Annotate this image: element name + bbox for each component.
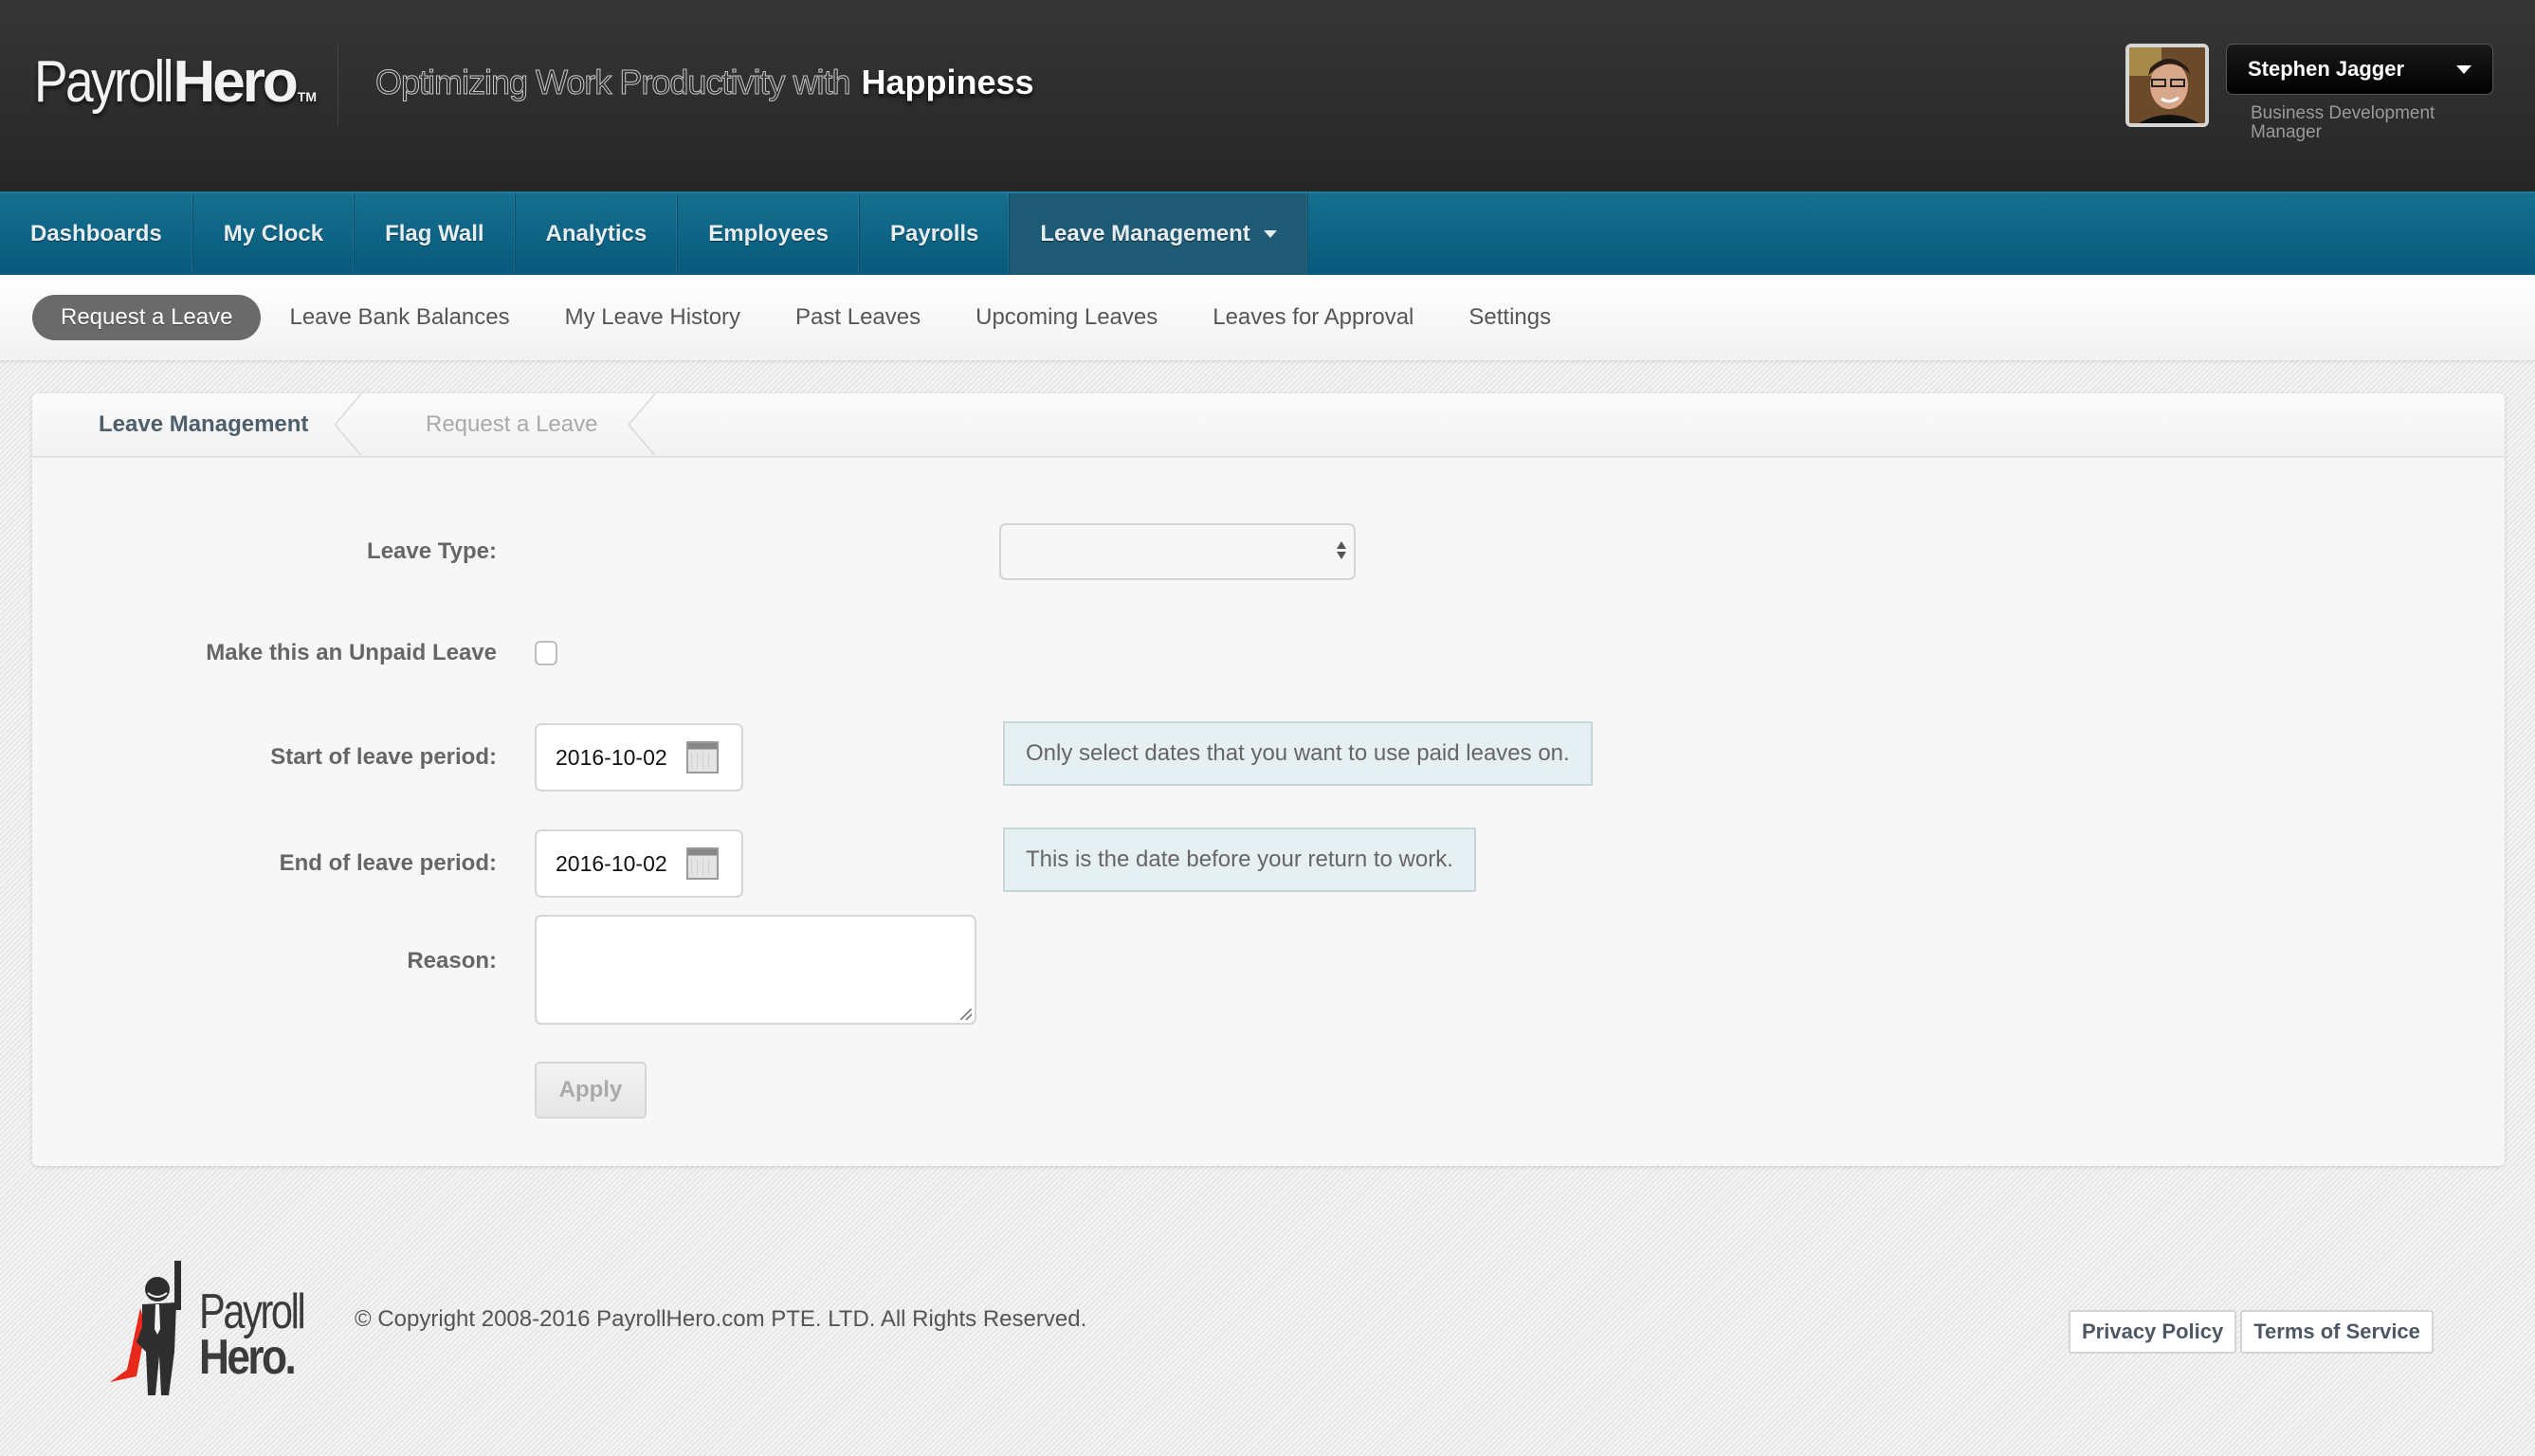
subnav-tab-leaves-for-approval[interactable]: Leaves for Approval <box>1213 304 1413 331</box>
subnav-tab-past-leaves[interactable]: Past Leaves <box>795 304 921 331</box>
footer-logo-wordmark: Payroll Hero. <box>199 1284 330 1385</box>
user-photo-icon <box>2129 47 2205 123</box>
tagline-bold: Happiness <box>861 63 1034 101</box>
end-date-label: End of leave period: <box>279 850 497 876</box>
nav-item-my-clock[interactable]: My Clock <box>193 193 356 275</box>
leave-request-card: Leave Management Request a Leave Leave T… <box>32 393 2505 1166</box>
nav-item-label: My Clock <box>223 221 324 246</box>
end-date-row: End of leave period: 2016-10-02 <box>32 828 980 900</box>
superhero-mascot-icon <box>110 1261 181 1395</box>
end-date-value: 2016-10-02 <box>556 850 667 876</box>
end-date-hint: This is the date before your return to w… <box>1003 828 1476 892</box>
nav-item-employees[interactable]: Employees <box>678 193 860 275</box>
calendar-icon[interactable] <box>685 741 719 774</box>
tagline: Optimizing Work Productivity with Happin… <box>374 63 1034 102</box>
user-role: Business Development Manager <box>2251 103 2435 142</box>
terms-of-service-link[interactable]: Terms of Service <box>2240 1310 2434 1354</box>
subnav-tab-upcoming-leaves[interactable]: Upcoming Leaves <box>976 304 1158 331</box>
reason-label: Reason: <box>407 948 497 974</box>
leave-type-label: Leave Type: <box>367 538 497 564</box>
brand-logo[interactable]: Payroll Hero TM <box>34 49 317 116</box>
brand-logo-light: Payroll <box>34 49 173 115</box>
unpaid-leave-row: Make this an Unpaid Leave <box>32 634 980 672</box>
start-date-input[interactable]: 2016-10-02 <box>535 723 743 792</box>
start-date-row: Start of leave period: 2016-10-02 <box>32 721 980 793</box>
resize-handle-icon[interactable] <box>960 1009 972 1020</box>
subnav-tab-leave-bank-balances[interactable]: Leave Bank Balances <box>289 304 509 331</box>
apply-button[interactable]: Apply <box>535 1062 647 1119</box>
unpaid-leave-label: Make this an Unpaid Leave <box>206 640 497 665</box>
breadcrumb-request-leave: Request a Leave <box>359 393 655 456</box>
top-header: Payroll Hero TM Optimizing Work Producti… <box>0 0 2535 191</box>
reason-textarea[interactable] <box>535 915 976 1025</box>
nav-item-label: Analytics <box>545 221 647 246</box>
leave-type-row: Leave Type: <box>32 521 1356 582</box>
sub-nav: Request a Leave Leave Bank Balances My L… <box>0 275 2535 360</box>
nav-item-leave-management[interactable]: Leave Management <box>1010 193 1308 275</box>
footer-links: Privacy Policy Terms of Service <box>2069 1310 2434 1354</box>
leave-type-select[interactable] <box>999 523 1356 580</box>
nav-item-label: Payrolls <box>889 221 979 246</box>
nav-item-flag-wall[interactable]: Flag Wall <box>355 193 516 275</box>
nav-item-label: Leave Management <box>1040 221 1250 246</box>
unpaid-leave-checkbox[interactable] <box>535 641 557 665</box>
start-date-value: 2016-10-02 <box>556 744 667 770</box>
start-date-label: Start of leave period: <box>270 744 497 770</box>
subnav-tab-settings[interactable]: Settings <box>1468 304 1551 331</box>
footer-logo[interactable]: Payroll Hero. <box>108 1261 322 1395</box>
start-date-hint: Only select dates that you want to use p… <box>1003 721 1593 786</box>
select-arrows-icon <box>1337 541 1346 559</box>
nav-item-payrolls[interactable]: Payrolls <box>860 193 1011 275</box>
subnav-tab-my-leave-history[interactable]: My Leave History <box>565 304 740 331</box>
main-nav: Dashboards My Clock Flag Wall Analytics … <box>0 191 2535 275</box>
nav-item-label: Dashboards <box>30 221 162 246</box>
nav-item-analytics[interactable]: Analytics <box>516 193 679 275</box>
end-date-input[interactable]: 2016-10-02 <box>535 829 743 898</box>
copyright-text: © Copyright 2008-2016 PayrollHero.com PT… <box>355 1306 1087 1332</box>
breadcrumb-leave-management[interactable]: Leave Management <box>32 393 361 456</box>
brand-trademark: TM <box>297 89 317 104</box>
nav-item-label: Flag Wall <box>385 221 484 246</box>
header-divider <box>337 44 338 125</box>
subnav-tab-request-leave[interactable]: Request a Leave <box>32 295 262 340</box>
footer-logo-line2: Hero. <box>199 1330 297 1385</box>
calendar-icon[interactable] <box>685 847 719 880</box>
nav-item-dashboards[interactable]: Dashboards <box>0 193 193 275</box>
user-menu-button[interactable]: Stephen Jagger <box>2226 44 2493 95</box>
user-name: Stephen Jagger <box>2248 57 2405 81</box>
footer-logo-line1: Payroll <box>199 1284 306 1339</box>
avatar[interactable] <box>2125 44 2209 127</box>
tagline-light: Optimizing Work Productivity with <box>374 63 850 102</box>
brand-logo-bold: Hero <box>173 49 299 115</box>
chevron-down-icon <box>2456 64 2471 74</box>
breadcrumb: Leave Management Request a Leave <box>32 393 2505 458</box>
caret-down-icon <box>1263 230 1277 238</box>
privacy-policy-link[interactable]: Privacy Policy <box>2069 1310 2237 1354</box>
nav-item-label: Employees <box>708 221 829 246</box>
